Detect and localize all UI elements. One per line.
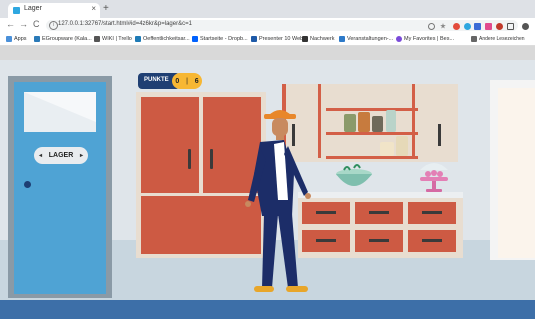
drawer[interactable] (355, 202, 403, 224)
drawer[interactable] (355, 230, 403, 252)
bookmark-icon (94, 36, 100, 42)
url-text[interactable]: 127.0.0.1:32767/start.html#id=4z6kr&p=la… (58, 21, 192, 27)
score-value: 0 (175, 77, 180, 85)
bookmark-item[interactable]: Andere Lesezeichen (471, 34, 525, 44)
bookmark-apps[interactable]: Apps (6, 34, 27, 44)
salad-bowl[interactable] (334, 164, 374, 194)
bookmark-icon (135, 36, 141, 42)
dropbox-icon (192, 36, 198, 42)
door-window-reflection (24, 92, 96, 122)
jar-icon (358, 112, 370, 132)
drawer-handle (316, 239, 336, 242)
arrow-left-icon: ◂ (39, 153, 43, 159)
extension-icon[interactable] (474, 23, 481, 30)
cake-stand[interactable] (414, 162, 454, 194)
browser-tab[interactable]: Lager × (8, 3, 100, 18)
drawer-handle (369, 211, 389, 214)
drawer-handle (422, 211, 442, 214)
bookmark-item[interactable]: Oeffentlichkeitsar... (135, 34, 190, 44)
door-sign-label: LAGER (48, 152, 74, 159)
bookmark-item[interactable]: Nachwerk (302, 34, 334, 44)
jar-icon (372, 116, 383, 132)
favicon-icon (13, 7, 20, 14)
bookmark-icon (302, 36, 308, 42)
door-sign-lager[interactable]: ◂ LAGER ▸ (34, 147, 88, 164)
door-knob (24, 181, 31, 188)
apps-icon (6, 36, 12, 42)
reload-button[interactable]: C (33, 19, 40, 29)
new-tab-button[interactable]: + (103, 3, 109, 14)
bookmark-item[interactable]: Startseite - Dropb... (192, 34, 248, 44)
bookmark-item[interactable]: My Favorites | Bes... (396, 34, 454, 44)
score-total: 6 (194, 77, 199, 85)
bookmark-item[interactable]: Veranstaltungen-... (339, 34, 393, 44)
drawer-handle (316, 211, 336, 214)
drawer-handle (422, 239, 442, 242)
tab-close-button[interactable]: × (91, 4, 96, 13)
bookmark-item[interactable]: Presenter 10 Web (251, 34, 303, 44)
cabinet-handle (210, 149, 213, 169)
bookmark-icon (396, 36, 402, 42)
back-button[interactable]: ← (6, 19, 15, 29)
score-display: PUNKTE 0 | 6 (138, 73, 202, 89)
browser-tab-bar: Lager × + (0, 0, 535, 18)
player-character (245, 110, 311, 292)
drawer[interactable] (408, 230, 456, 252)
extension-icon[interactable] (453, 23, 460, 30)
score-pill: 0 | 6 (172, 73, 202, 89)
scene-floor-stripe (0, 300, 535, 319)
avatar[interactable] (522, 23, 529, 30)
drawer[interactable] (408, 202, 456, 224)
bookmark-item[interactable]: EGroupware (Kala... (34, 34, 92, 44)
score-divider: | (186, 77, 188, 85)
scene-top-band (0, 46, 535, 60)
info-icon[interactable]: i (49, 21, 58, 30)
address-bar[interactable]: i 127.0.0.1:32767/start.html#id=4z6kr&p=… (46, 20, 529, 31)
right-doorway (498, 88, 535, 258)
jar-icon (396, 136, 408, 156)
bookmark-icon (34, 36, 40, 42)
arrow-right-icon: ▸ (79, 153, 83, 159)
door-window (24, 92, 96, 132)
forward-button[interactable]: → (19, 19, 28, 29)
extension-icon[interactable] (485, 23, 492, 30)
jar-icon (344, 114, 356, 132)
cabinet-handle (188, 149, 191, 169)
shield-icon[interactable] (496, 23, 503, 30)
bookmark-icon (339, 36, 345, 42)
star-icon[interactable] (440, 23, 446, 29)
bottle-icon (386, 110, 396, 132)
search-icon[interactable] (428, 23, 435, 30)
folder-icon (471, 36, 477, 42)
jar-icon (380, 142, 394, 156)
cabinet-door-left[interactable] (141, 97, 199, 193)
extension-icon[interactable] (464, 23, 471, 30)
drawer-handle (369, 239, 389, 242)
extension-icon[interactable] (507, 23, 514, 30)
bookmark-icon (251, 36, 257, 42)
bookmark-item[interactable]: WIKI | Trello (94, 34, 132, 44)
tab-title: Lager (24, 5, 42, 12)
score-label: PUNKTE (144, 77, 169, 83)
